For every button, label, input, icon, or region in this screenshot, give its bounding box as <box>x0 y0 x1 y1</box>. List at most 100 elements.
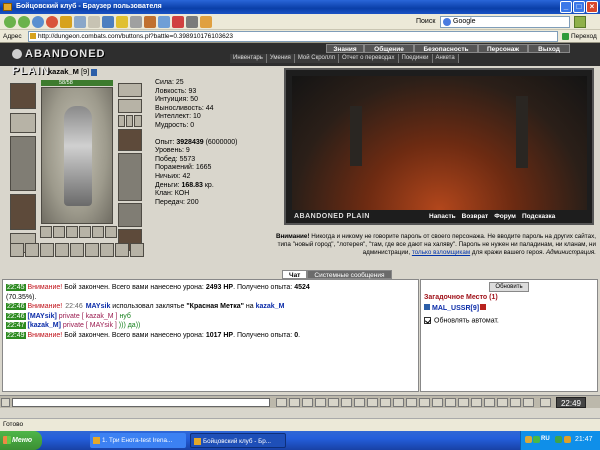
stop-icon[interactable] <box>46 16 58 28</box>
taskbar-item[interactable]: Бойцовский клуб - Бр... <box>190 433 286 448</box>
icon-slot-6[interactable] <box>85 243 99 257</box>
gloves-slot[interactable] <box>118 129 142 151</box>
filter-icon[interactable] <box>315 398 326 407</box>
translit-icon[interactable] <box>328 398 339 407</box>
attack-link[interactable]: Напасть <box>429 213 456 220</box>
helmet-slot[interactable] <box>10 83 36 109</box>
home-icon[interactable] <box>60 16 72 28</box>
settings-icon[interactable] <box>130 16 142 28</box>
refresh-button[interactable]: Обновить <box>489 282 529 292</box>
popup-icon[interactable] <box>172 16 184 28</box>
map-icon[interactable] <box>458 398 469 407</box>
chat-input[interactable] <box>12 398 270 407</box>
tray-icon[interactable] <box>564 436 571 443</box>
icon-slot-1[interactable] <box>10 243 24 257</box>
nav-knowledge[interactable]: Знания <box>326 44 364 53</box>
search-input[interactable]: Google <box>440 16 570 28</box>
nav-transfers-report[interactable]: Отчет о переводах <box>338 54 399 63</box>
clear-icon[interactable] <box>289 398 300 407</box>
tab-system-messages[interactable]: Системные сообщения <box>307 270 392 279</box>
nav-profile[interactable]: Анкета <box>432 54 459 63</box>
settings-icon[interactable] <box>419 398 430 407</box>
tray-icon[interactable] <box>533 436 540 443</box>
nav-scroll[interactable]: Мой Скроллп <box>294 54 339 63</box>
shield-slot[interactable] <box>118 153 142 201</box>
contacts-icon[interactable] <box>367 398 378 407</box>
amulet-slot[interactable] <box>118 99 142 113</box>
refresh-icon[interactable] <box>32 16 44 28</box>
fight-icon[interactable] <box>406 398 417 407</box>
nav-character[interactable]: Персонаж <box>478 44 528 53</box>
armor-slot[interactable] <box>10 194 36 230</box>
mail-icon[interactable] <box>380 398 391 407</box>
taskbar-item[interactable]: 1. Три Енота-test Irena... <box>90 433 186 448</box>
spell-slot-3[interactable] <box>66 226 78 238</box>
info-icon[interactable] <box>91 68 98 76</box>
magic-icon[interactable] <box>432 398 443 407</box>
folder-icon[interactable] <box>200 16 212 28</box>
address-input[interactable]: http://dungeon.combats.com/buttons.pl?ba… <box>28 31 558 42</box>
spell-slot-1[interactable] <box>40 226 52 238</box>
icon-slot-3[interactable] <box>40 243 54 257</box>
nav-exit[interactable]: Выход <box>528 44 570 53</box>
shop-icon[interactable] <box>445 398 456 407</box>
favorites-icon[interactable] <box>116 16 128 28</box>
hint-link[interactable]: Подсказка <box>522 213 555 220</box>
icon-slot-8[interactable] <box>115 243 129 257</box>
tray-icon[interactable] <box>525 436 532 443</box>
back-icon[interactable] <box>4 16 16 28</box>
nav-chat[interactable]: Общение <box>364 44 414 53</box>
maximize-button[interactable]: □ <box>573 1 585 13</box>
minimize-button[interactable]: _ <box>560 1 572 13</box>
icon-slot-5[interactable] <box>70 243 84 257</box>
return-link[interactable]: Возврат <box>462 213 489 220</box>
icon-slot-2[interactable] <box>25 243 39 257</box>
color-icon[interactable] <box>354 398 365 407</box>
weapon-slot[interactable] <box>10 136 36 191</box>
history-icon[interactable] <box>102 16 114 28</box>
sound-icon[interactable] <box>510 398 521 407</box>
send-icon[interactable] <box>276 398 287 407</box>
ring-slot-2[interactable] <box>126 115 133 127</box>
start-button[interactable]: Меню <box>0 431 42 450</box>
tools-icon[interactable] <box>144 16 156 28</box>
character-name[interactable]: kazak_M [9] <box>48 67 98 76</box>
icon-slot-9[interactable] <box>130 243 144 257</box>
power-icon[interactable] <box>540 398 551 407</box>
ring-slot-3[interactable] <box>134 115 142 127</box>
friends-icon[interactable] <box>393 398 404 407</box>
info-icon[interactable] <box>480 304 487 310</box>
smiles-icon[interactable] <box>302 398 313 407</box>
room-user[interactable]: MAL_USSR[9] <box>424 304 594 312</box>
log-icon[interactable] <box>341 398 352 407</box>
edit-icon[interactable] <box>186 16 198 28</box>
language-indicator[interactable]: RU <box>541 436 550 442</box>
icon-slot-4[interactable] <box>55 243 69 257</box>
hackers-link[interactable]: только взломщикам <box>412 249 470 256</box>
close-button[interactable]: × <box>586 1 598 13</box>
help-icon[interactable] <box>497 398 508 407</box>
ring-slot-1[interactable] <box>118 115 125 127</box>
nav-inventory[interactable]: Инвентарь <box>230 54 267 63</box>
mail-icon[interactable] <box>88 16 100 28</box>
go-button[interactable]: Переход <box>562 31 597 42</box>
bank-icon[interactable] <box>471 398 482 407</box>
nav-security[interactable]: Безопасность <box>414 44 478 53</box>
print-icon[interactable] <box>74 16 86 28</box>
chat-menu-icon[interactable] <box>1 398 10 407</box>
bracelet-slot[interactable] <box>10 113 36 133</box>
spell-slot-5[interactable] <box>92 226 104 238</box>
search-go-button[interactable] <box>574 16 586 28</box>
nav-fights[interactable]: Поединки <box>398 54 433 63</box>
earring-slot[interactable] <box>118 83 142 97</box>
auto-refresh-option[interactable]: Обновлять автомат. <box>424 317 594 324</box>
tab-chat[interactable]: Чат <box>282 270 308 279</box>
spell-slot-6[interactable] <box>105 226 117 238</box>
nav-skills[interactable]: Умения <box>266 54 295 63</box>
camera-icon[interactable] <box>523 398 534 407</box>
icon-slot-7[interactable] <box>100 243 114 257</box>
spell-slot-4[interactable] <box>79 226 91 238</box>
auto-refresh-checkbox[interactable] <box>424 317 431 324</box>
spell-slot-2[interactable] <box>53 226 65 238</box>
tray-icon[interactable] <box>555 436 562 443</box>
